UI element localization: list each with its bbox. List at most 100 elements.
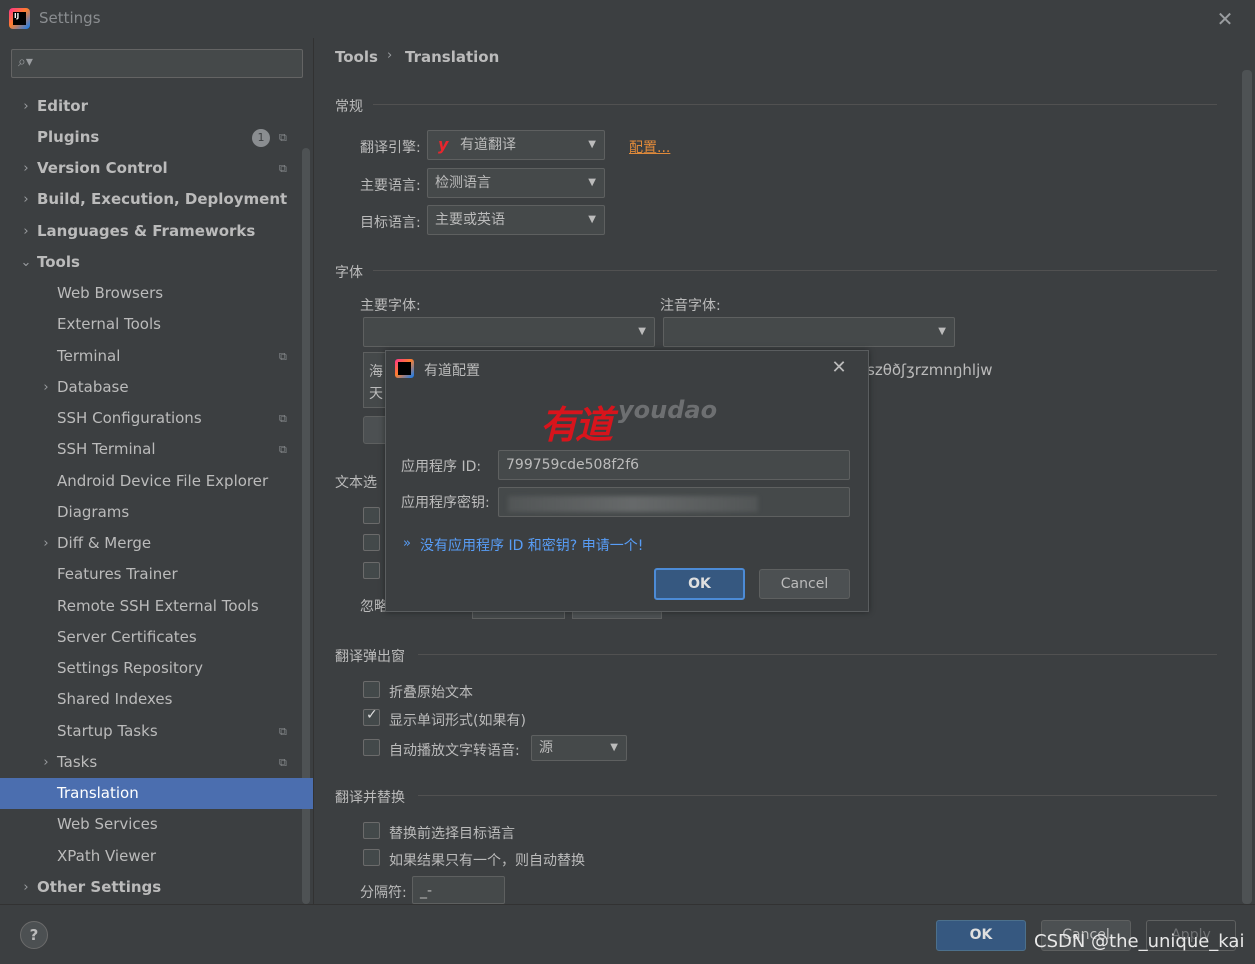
auto-replace-checkbox[interactable] (363, 849, 380, 866)
sidebar-item-version-control[interactable]: › Version Control ⧉ (0, 153, 313, 184)
sidebar-item-plugins[interactable]: Plugins 1 ⧉ (0, 122, 313, 153)
sidebar-item-shared-indexes[interactable]: Shared Indexes (0, 684, 313, 715)
sidebar-item-xpath-viewer[interactable]: XPath Viewer (0, 841, 313, 872)
sidebar-item-label: Remote SSH External Tools (57, 597, 259, 615)
sidebar-item-startup-tasks[interactable]: Startup Tasks ⧉ (0, 716, 313, 747)
autoplay-source-combo[interactable]: 源 ▼ (531, 735, 627, 761)
window-title: Settings (39, 9, 101, 27)
main-scrollbar[interactable] (1242, 70, 1252, 904)
ok-button[interactable]: OK (936, 920, 1026, 951)
sidebar-item-remote-ssh-external-tools[interactable]: Remote SSH External Tools (0, 591, 313, 622)
sidebar-item-diff-merge[interactable]: › Diff & Merge (0, 528, 313, 559)
sidebar-item-editor[interactable]: › Editor (0, 91, 313, 122)
chevron-right-icon[interactable]: › (39, 747, 53, 778)
chevron-right-icon[interactable]: › (19, 153, 33, 184)
sidebar-item-tasks[interactable]: › Tasks ⧉ (0, 747, 313, 778)
sidebar-item-label: Editor (37, 97, 88, 115)
configure-link[interactable]: 配置... (629, 137, 670, 157)
phonetic-font-label: 注音字体: (660, 298, 721, 314)
sidebar-item-android-device-file-explorer[interactable]: Android Device File Explorer (0, 466, 313, 497)
text-selection-checkbox[interactable] (363, 534, 380, 551)
target-language-combo[interactable]: 主要或英语 ▼ (427, 205, 605, 235)
show-word-forms-checkbox[interactable] (363, 707, 380, 726)
sidebar-item-label: Tasks (57, 753, 98, 771)
sidebar-item-label: Database (57, 378, 129, 396)
phonetic-preview-text: szθðʃʒrzmnŋhljw (867, 361, 993, 379)
chevron-right-icon[interactable]: › (19, 872, 33, 903)
breadcrumb-parent[interactable]: Tools (335, 48, 378, 66)
sidebar-item-label: Other Settings (37, 878, 162, 896)
sidebar-item-translation[interactable]: Translation (0, 778, 313, 809)
sidebar-item-tools[interactable]: ⌄ Tools (0, 247, 313, 278)
chevron-down-icon: ▼ (610, 742, 618, 753)
chevron-right-icon[interactable]: › (19, 184, 33, 215)
project-level-icon: ⧉ (279, 756, 287, 769)
text-selection-checkbox[interactable] (363, 507, 380, 524)
watermark: CSDN @the_unique_kai (1034, 931, 1245, 952)
sidebar-item-server-certificates[interactable]: Server Certificates (0, 622, 313, 653)
sidebar-item-external-tools[interactable]: External Tools (0, 309, 313, 340)
project-level-icon: ⧉ (279, 412, 287, 425)
breadcrumb-separator-icon: › (387, 48, 393, 63)
project-level-icon: ⧉ (279, 443, 287, 456)
sidebar-item-languages-frameworks[interactable]: › Languages & Frameworks (0, 216, 313, 247)
phonetic-font-combo[interactable]: ▼ (663, 317, 955, 347)
sidebar-item-other-settings[interactable]: › Other Settings (0, 872, 313, 903)
chevron-right-icon[interactable]: › (19, 216, 33, 247)
sidebar-item-ssh-configurations[interactable]: SSH Configurations ⧉ (0, 403, 313, 434)
ignore-label: 忽略 (360, 599, 388, 615)
window-close-icon[interactable]: ✕ (1214, 8, 1236, 30)
dialog-cancel-button[interactable]: Cancel (759, 569, 850, 599)
sidebar-item-web-browsers[interactable]: Web Browsers (0, 278, 313, 309)
sidebar-item-label: Web Services (57, 815, 158, 833)
sidebar-item-label: SSH Terminal (57, 440, 156, 458)
chevron-right-icon[interactable]: › (39, 372, 53, 403)
sidebar-item-build-execution-deployment[interactable]: › Build, Execution, Deployment (0, 184, 313, 215)
chevron-right-icon[interactable]: › (19, 91, 33, 122)
dialog-ok-button[interactable]: OK (654, 568, 745, 600)
sidebar-item-ssh-terminal[interactable]: SSH Terminal ⧉ (0, 434, 313, 465)
apply-for-key-link[interactable]: 没有应用程序 ID 和密钥? 申请一个! (420, 535, 643, 555)
sidebar-item-label: Shared Indexes (57, 690, 173, 708)
sidebar-item-web-services[interactable]: Web Services (0, 809, 313, 840)
app-id-input[interactable]: 799759cde508f2f6 (498, 450, 850, 480)
sidebar-item-label: Diagrams (57, 503, 130, 521)
primary-language-combo[interactable]: 检测语言 ▼ (427, 168, 605, 198)
dialog-close-icon[interactable]: ✕ (828, 357, 850, 379)
chevron-down-icon: ▼ (638, 326, 646, 337)
engine-combo[interactable]: y 有道翻译 ▼ (427, 130, 605, 160)
youdao-logo-cn: 有道 (540, 402, 613, 447)
text-selection-checkbox[interactable] (363, 562, 380, 579)
sidebar-item-label: Settings Repository (57, 659, 204, 677)
chevron-down-icon: ▼ (588, 177, 596, 188)
sidebar-item-features-trainer[interactable]: Features Trainer (0, 559, 313, 590)
fold-original-checkbox[interactable] (363, 681, 380, 698)
primary-language-label: 主要语言: (360, 178, 421, 194)
chevron-right-icon[interactable]: › (39, 528, 53, 559)
sidebar-item-label: Build, Execution, Deployment (37, 190, 288, 208)
sidebar-item-terminal[interactable]: Terminal ⧉ (0, 341, 313, 372)
project-level-icon: ⧉ (279, 725, 287, 738)
dialog-title: 有道配置 (424, 363, 480, 379)
separator-input[interactable]: _- (412, 876, 505, 904)
select-target-label: 替换前选择目标语言 (389, 826, 515, 842)
sidebar-item-label: XPath Viewer (57, 847, 156, 865)
section-font: 字体 (335, 265, 363, 281)
sidebar-item-diagrams[interactable]: Diagrams (0, 497, 313, 528)
chevron-down-icon: ▼ (588, 139, 596, 150)
sidebar-item-settings-repository[interactable]: Settings Repository (0, 653, 313, 684)
autoplay-tts-label: 自动播放文字转语音: (389, 743, 520, 759)
chevron-down-icon[interactable]: ⌄ (19, 247, 33, 278)
primary-font-combo[interactable]: ▼ (363, 317, 655, 347)
engine-label: 翻译引擎: (360, 140, 421, 156)
autoplay-tts-checkbox[interactable] (363, 739, 380, 756)
settings-search-input[interactable]: ⌕▾ (11, 49, 303, 78)
primary-font-label: 主要字体: (360, 298, 421, 314)
youdao-logo-en: youdao (618, 396, 718, 424)
sidebar-item-label: SSH Configurations (57, 409, 202, 427)
help-button[interactable]: ? (20, 921, 48, 949)
section-text-selection: 文本选 (335, 475, 377, 491)
select-target-checkbox[interactable] (363, 822, 380, 839)
sidebar-item-database[interactable]: › Database (0, 372, 313, 403)
sidebar-item-label: Android Device File Explorer (57, 472, 269, 490)
